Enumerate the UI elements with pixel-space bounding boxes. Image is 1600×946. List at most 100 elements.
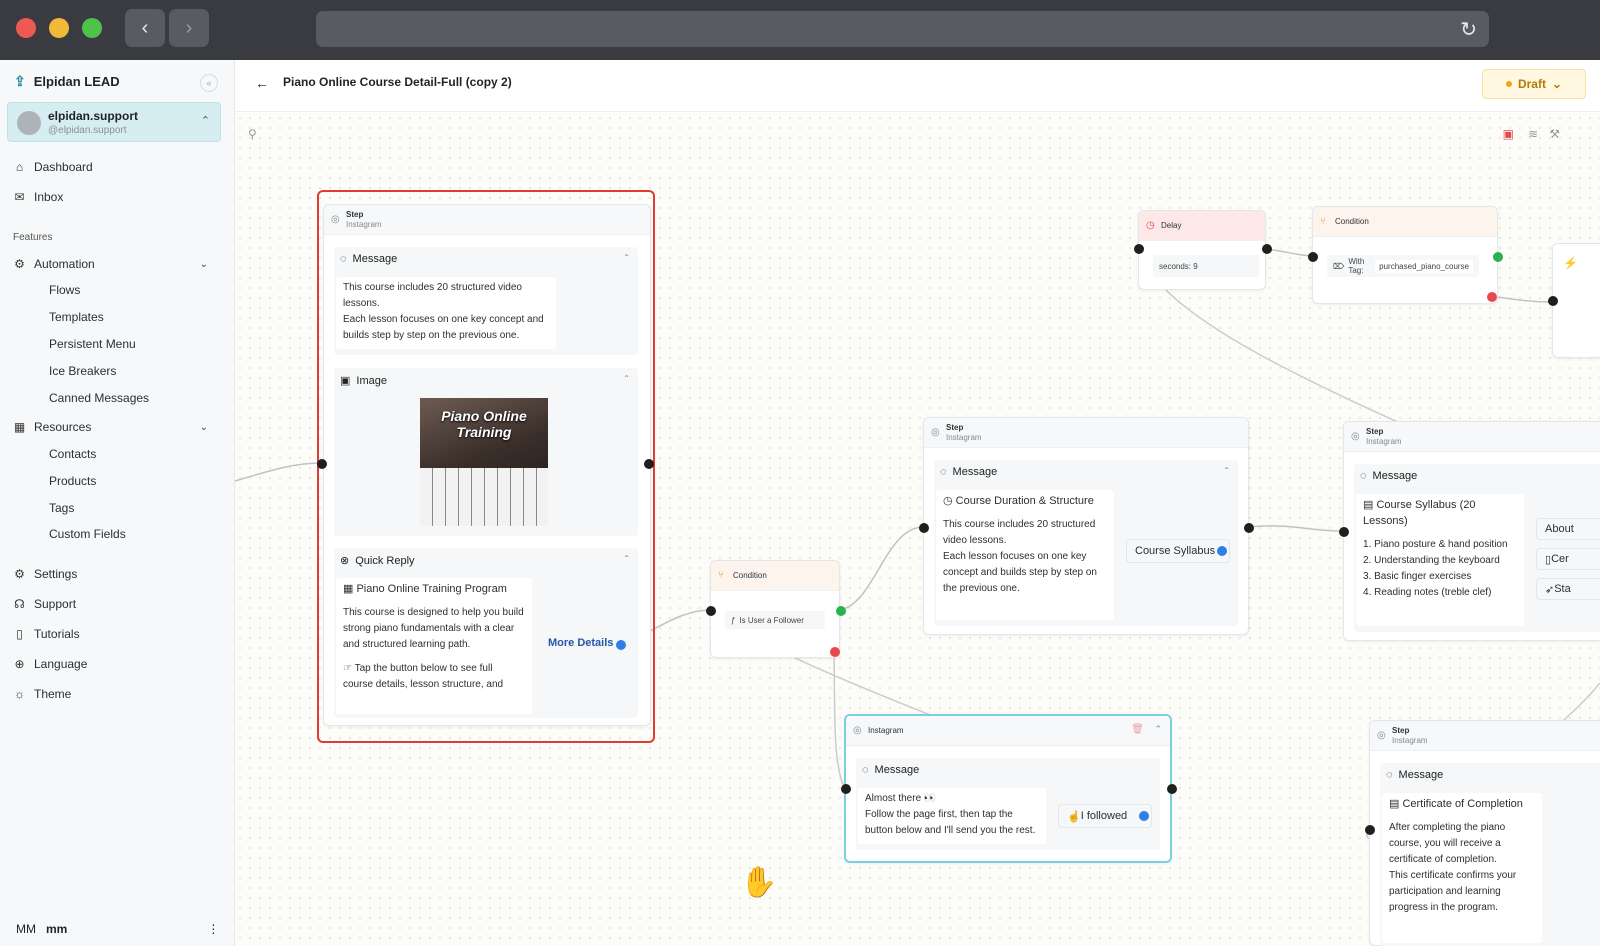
button-output-handle[interactable] [616,640,626,650]
chevron-up-down-icon[interactable]: ⌃ [623,554,630,563]
browser-chrome: ‹ › ↻ [0,0,1600,60]
step-node[interactable]: ◎ Step Instagram ◌ Message ⌃ ◷ Course Dur… [919,417,1254,635]
message-title: Certificate of Completion [1402,798,1523,810]
i-followed-button[interactable]: ☝ I followed [1058,804,1152,828]
message-text[interactable]: ▤ Course Syllabus (20 Lessons) 1. Piano … [1356,494,1524,626]
input-handle[interactable] [1365,825,1375,835]
account-switcher[interactable]: elpidan.support @elpidan.support ⌃ [7,102,221,142]
browser-back-button[interactable]: ‹ [125,9,165,47]
qr-body-2: Tap the button below to see full course … [343,663,504,690]
status-dropdown[interactable]: Draft ⌄ [1482,69,1586,99]
sidebar-item-products[interactable]: Products [49,474,96,488]
minimize-window-button[interactable] [49,18,69,38]
sidebar-item-tags[interactable]: Tags [49,501,74,515]
output-handle[interactable] [1262,244,1272,254]
input-handle[interactable] [1339,527,1349,537]
condition-rule[interactable]: ƒ Is User a Follower [725,611,825,629]
about-button[interactable]: About [1536,518,1600,540]
quick-reply-text[interactable]: ▦ Piano Online Training Program This cou… [336,578,532,714]
button-output-handle[interactable] [1139,811,1149,821]
sidebar-item-inbox[interactable]: ✉ Inbox [13,190,63,204]
step-node[interactable]: ◎ Step Instagram ◌ Message ▤ Certificate … [1365,720,1600,946]
delay-value[interactable]: seconds: 9 [1153,255,1259,277]
sidebar-item-canned-messages[interactable]: Canned Messages [49,391,149,405]
message-text[interactable]: ◷ Course Duration & Structure This cours… [936,490,1114,620]
condition-node[interactable]: ⑂ Condition ⌦ With Tag: purchased_piano_c… [1308,206,1503,304]
sidebar-item-support[interactable]: ☊ Support [13,597,76,611]
flow-canvas[interactable]: ⚲ ▣ ≋ ⚒ ◎ Step Instagram ◌ Message ⌃ This… [235,113,1600,946]
output-handle[interactable] [1244,523,1254,533]
sidebar-item-flows[interactable]: Flows [49,283,80,297]
sidebar-item-label: Language [34,657,88,671]
more-details-button[interactable]: More Details [548,637,613,649]
chevron-up-down-icon[interactable]: ⌃ [1223,466,1230,475]
quick-reply-block[interactable]: ⊗ Quick Reply ⌃ ▦ Piano Online Training P… [334,548,638,718]
sidebar-item-settings[interactable]: ⚙ Settings [13,567,77,581]
certificate-button[interactable]: ▯ Cer [1536,548,1600,570]
sidebar-item-tutorials[interactable]: ▯ Tutorials [13,627,79,641]
start-button[interactable]: ➶ Sta [1536,578,1600,600]
sidebar-item-contacts[interactable]: Contacts [49,447,96,461]
delete-icon[interactable]: 🗑 [1131,724,1144,735]
input-handle[interactable] [1548,296,1558,306]
chevron-up-down-icon[interactable]: ⌃ [623,253,630,262]
collapse-sidebar-button[interactable]: « [200,74,218,92]
input-handle[interactable] [706,606,716,616]
sidebar-item-resources[interactable]: ▦ Resources [13,420,92,434]
input-handle[interactable] [317,459,327,469]
chevron-down-icon[interactable]: ⌄ [200,422,208,433]
message-body: After completing the piano course, you w… [1389,822,1517,913]
chevron-down-icon[interactable]: ⌄ [200,259,208,270]
tag-condition[interactable]: ⌦ With Tag: purchased_piano_course [1327,255,1479,277]
sidebar-item-ice-breakers[interactable]: Ice Breakers [49,364,116,378]
sidebar-item-automation[interactable]: ⚙ Automation [13,257,95,271]
back-arrow-icon[interactable]: ← [255,75,269,91]
message-block[interactable]: ◌ Message ⌃ This course includes 20 struc… [334,247,638,355]
message-text[interactable]: ▤ Certificate of Completion After comple… [1382,793,1542,943]
grid-icon: ▦ [13,420,26,434]
image-block[interactable]: ▣ Image ⌃ Piano Online Training [334,368,638,536]
browser-forward-button[interactable]: › [169,9,209,47]
sidebar-item-persistent-menu[interactable]: Persistent Menu [49,337,136,351]
input-handle[interactable] [1134,244,1144,254]
chevron-up-down-icon[interactable]: ⌃ [623,374,630,383]
message-block[interactable]: ◌ Message ▤ Course Syllabus (20 Lessons) … [1354,464,1600,632]
sidebar-item-theme[interactable]: ☼ Theme [13,687,71,701]
message-block[interactable]: ◌ Message ▤ Certificate of Completion Aft… [1380,763,1600,946]
delay-node[interactable]: ◷ Delay seconds: 9 [1134,210,1272,290]
user-menu[interactable]: MM mm ⋮ [16,922,219,936]
input-handle[interactable] [919,523,929,533]
message-text[interactable]: This course includes 20 structured video… [336,277,556,349]
true-output-handle[interactable] [1493,252,1503,262]
more-icon[interactable]: ⋮ [207,922,219,936]
course-syllabus-button[interactable]: Course Syllabus [1126,539,1230,563]
output-handle[interactable] [1167,784,1177,794]
piano-image[interactable]: Piano Online Training [420,398,548,526]
condition-node[interactable]: ⑂ Condition ƒ Is User a Follower [706,560,846,658]
message-block[interactable]: ◌ Message ⌃ ◷ Course Duration & Structure… [934,460,1238,626]
sidebar-item-custom-fields[interactable]: Custom Fields [49,527,126,541]
sidebar-item-language[interactable]: ⊕ Language [13,657,87,671]
button-output-handle[interactable] [1217,546,1227,556]
status-dot [1505,81,1512,87]
false-output-handle[interactable] [830,647,840,657]
maximize-window-button[interactable] [82,18,102,38]
step-node-partial[interactable]: ⚡ [1548,243,1600,358]
list-item: 2. Understanding the keyboard [1363,555,1500,566]
address-bar[interactable]: ↻ [316,11,1489,47]
selected-step-node[interactable]: ◎ Step Instagram ◌ Message ⌃ This course … [317,190,655,743]
false-output-handle[interactable] [1487,292,1497,302]
input-handle[interactable] [1308,252,1318,262]
reload-icon[interactable]: ↻ [1460,17,1477,42]
message-block[interactable]: ◌ Message Almost there 👀 Follow the page … [856,758,1160,850]
chevron-up-down-icon[interactable]: ⌃ [1154,724,1162,735]
output-handle[interactable] [644,459,654,469]
close-window-button[interactable] [16,18,36,38]
input-handle[interactable] [841,784,851,794]
true-output-handle[interactable] [836,606,846,616]
message-text[interactable]: Almost there 👀 Follow the page first, th… [858,788,1046,844]
sidebar-item-templates[interactable]: Templates [49,310,104,324]
instagram-node[interactable]: ◎ Instagram 🗑 ⌃ ◌ Message Almost there 👀 … [841,714,1177,863]
sidebar-item-dashboard[interactable]: ⌂ Dashboard [13,160,93,174]
step-node[interactable]: ◎ Step Instagram ◌ Message ▤ Course Sylla… [1339,421,1600,641]
